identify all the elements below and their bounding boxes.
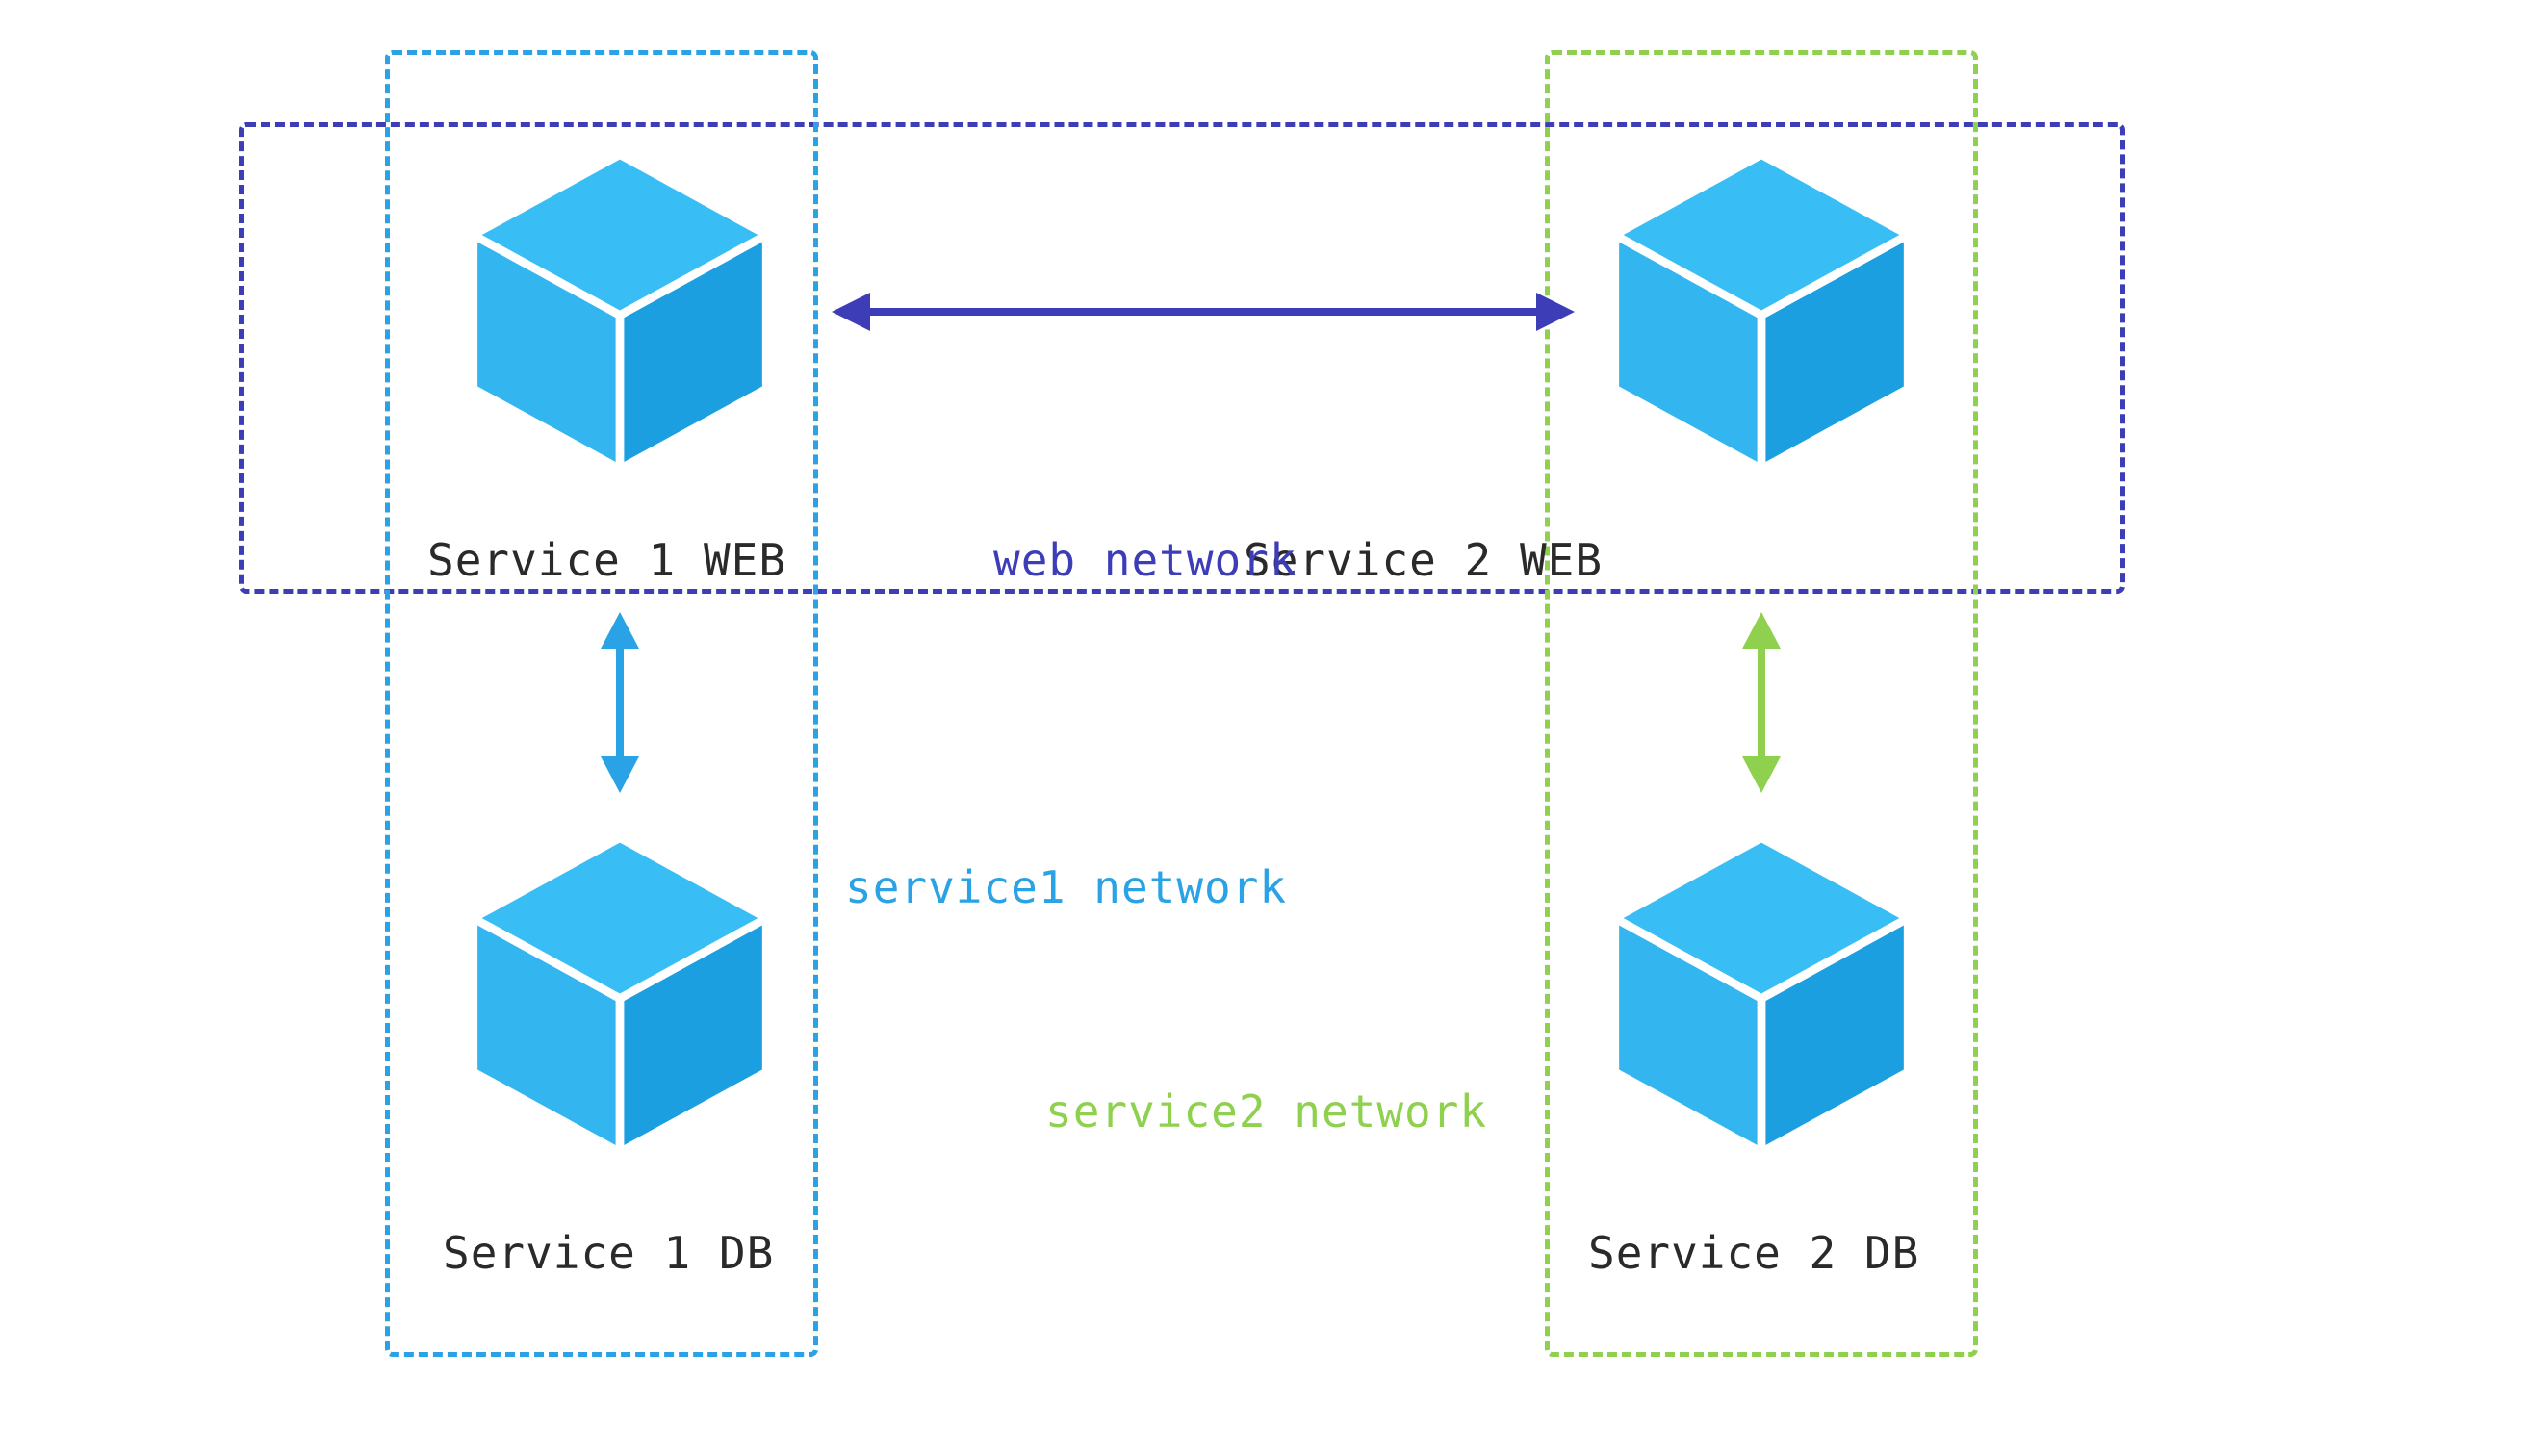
arrow-service1	[616, 645, 624, 760]
arrow-web	[866, 308, 1540, 316]
arrow-service2	[1758, 645, 1765, 760]
service1-web-label: Service 1 WEB	[427, 534, 786, 586]
web-network-label: web network	[993, 534, 1297, 586]
arrow-head-down-icon	[601, 756, 639, 793]
arrow-head-left-icon	[832, 293, 870, 331]
arrow-head-up-icon	[1742, 612, 1781, 649]
service2-db-label: Service 2 DB	[1588, 1227, 1919, 1279]
cube-icon	[1592, 142, 1931, 481]
service2-web-label: Service 2 WEB	[1244, 534, 1603, 586]
arrow-head-up-icon	[601, 612, 639, 649]
service1-db-label: Service 1 DB	[443, 1227, 774, 1279]
arrow-head-down-icon	[1742, 756, 1781, 793]
cube-icon	[1592, 826, 1931, 1164]
service1-network-label: service1 network	[845, 861, 1287, 913]
cube-icon	[450, 142, 789, 481]
diagram-canvas: Service 1 WEB Service 2 WEB Service 1 DB…	[0, 0, 2543, 1456]
service2-network-label: service2 network	[1045, 1086, 1487, 1137]
cube-icon	[450, 826, 789, 1164]
arrow-head-right-icon	[1536, 293, 1575, 331]
